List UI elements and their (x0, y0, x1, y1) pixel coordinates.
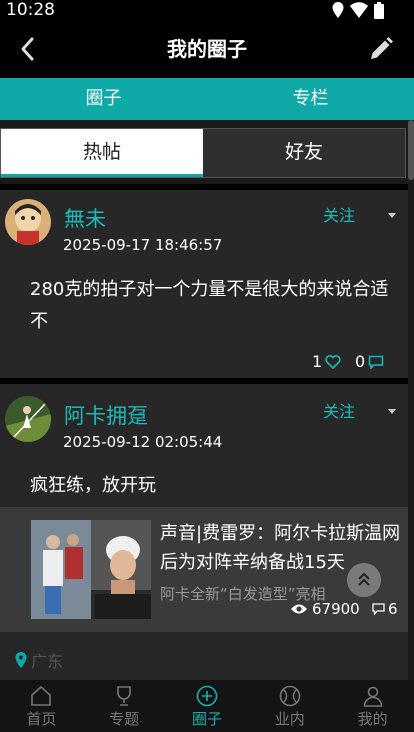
article-comment-count: 6 (372, 600, 398, 618)
avatar[interactable] (5, 199, 51, 245)
comment-icon (368, 355, 384, 369)
follow-button[interactable]: 关注 (323, 398, 355, 422)
nav-circle-label: 圈子 (191, 710, 222, 728)
nav-industry[interactable]: 业内 (248, 680, 331, 732)
post-username[interactable]: 阿卡拥趸 (64, 400, 148, 430)
view-count: 67900 (290, 600, 360, 618)
tab-hot-posts[interactable]: 热帖 (1, 129, 203, 177)
status-icons (332, 2, 384, 19)
comment-count[interactable]: 0 (355, 352, 384, 371)
page-title: 我的圈子 (167, 37, 247, 61)
follow-button[interactable]: 关注 (323, 202, 355, 226)
main-tabs: 圈子 专栏 (0, 78, 414, 120)
battery-icon (374, 2, 384, 19)
like-count[interactable]: 1 (312, 352, 341, 371)
view-count-value: 67900 (312, 600, 360, 618)
nav-me-label: 我的 (357, 710, 388, 728)
location-status-icon (332, 2, 344, 18)
nav-circle[interactable]: 圈子 (166, 680, 249, 732)
tennis-ball-icon (279, 685, 301, 707)
post-text: 疯狂练，放开玩 (30, 475, 156, 496)
edit-pencil-icon[interactable] (368, 36, 394, 62)
scroll-to-top-button[interactable] (347, 563, 381, 597)
comment-count-value: 0 (355, 352, 366, 371)
avatar[interactable] (5, 396, 51, 442)
comment-icon (372, 603, 385, 615)
title-bar: 我的圈子 (0, 20, 414, 78)
post-date: 2025-09-17 18:46:57 (63, 236, 223, 254)
trophy-icon (117, 686, 131, 706)
nav-industry-label: 业内 (274, 710, 305, 728)
sub-tabs: 热帖 好友 (0, 128, 406, 178)
linked-article-card[interactable]: 声音|费雷罗：阿尔卡拉斯温网后为对阵辛纳备战15天 阿卡全新“白发造型”亮相 6… (0, 507, 408, 632)
post-location: 广东 (15, 648, 63, 672)
post-date: 2025-09-12 02:05:44 (63, 433, 223, 451)
article-comment-count-value: 6 (388, 600, 398, 618)
article-thumbnail (31, 520, 151, 619)
tab-column[interactable]: 专栏 (207, 78, 414, 120)
bottom-nav: 首页 专题 圈子 业内 我的 (0, 680, 414, 732)
nav-home-label: 首页 (26, 710, 57, 728)
location-pin-icon (15, 652, 27, 668)
user-icon (363, 686, 382, 707)
tab-circle[interactable]: 圈子 (0, 78, 207, 120)
wifi-icon (350, 2, 368, 18)
scrollbar[interactable] (408, 120, 414, 180)
heart-icon (325, 354, 341, 369)
post-card[interactable]: 無未 2025-09-17 18:46:57 关注 280克的拍子对一个力量不是… (0, 190, 408, 378)
nav-topics[interactable]: 专题 (83, 680, 166, 732)
nav-topics-label: 专题 (109, 710, 140, 728)
home-icon (31, 685, 52, 706)
status-bar: 10:28 (0, 0, 414, 20)
tab-friends[interactable]: 好友 (203, 129, 405, 177)
nav-home[interactable]: 首页 (0, 680, 83, 732)
post-username[interactable]: 無未 (64, 203, 106, 233)
post-text: 280克的拍子对一个力量不是很大的来说合适不 (30, 279, 389, 332)
chevron-down-icon[interactable] (388, 409, 396, 414)
like-count-value: 1 (312, 352, 323, 371)
eye-icon (291, 604, 307, 614)
status-time: 10:28 (6, 0, 55, 20)
location-label: 广东 (31, 652, 64, 671)
chevron-down-icon[interactable] (388, 213, 396, 218)
nav-me[interactable]: 我的 (331, 680, 414, 732)
plus-circle-icon (196, 685, 218, 707)
